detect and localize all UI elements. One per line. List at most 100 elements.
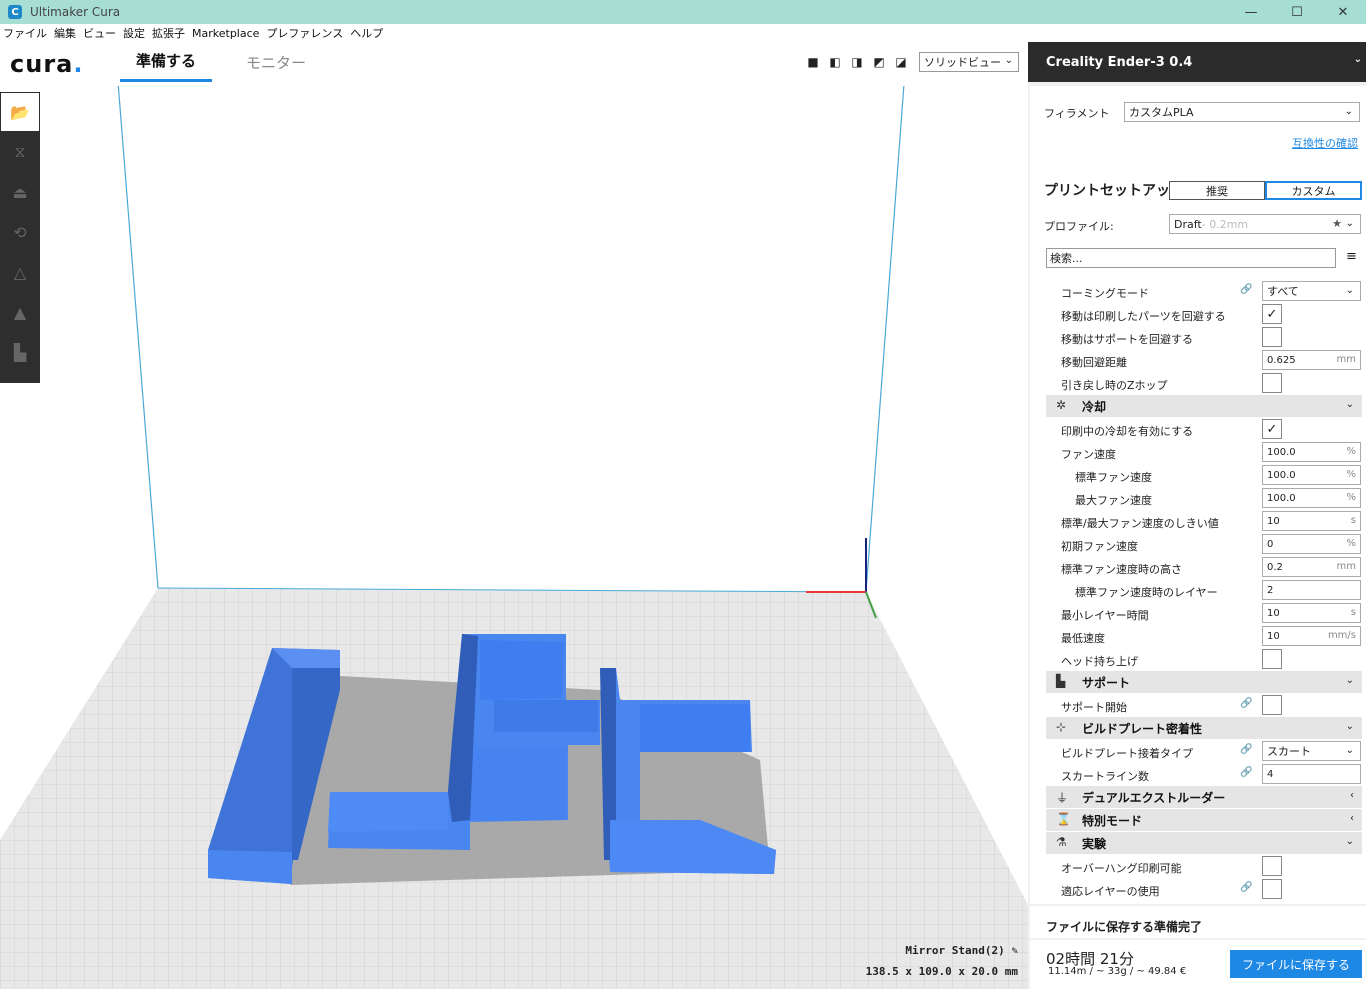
setting-input[interactable]: 0.625 mm (1262, 350, 1361, 370)
menu-file[interactable]: ファイル (3, 25, 47, 41)
setting-unit: % (1346, 492, 1356, 503)
left-view-icon[interactable]: ◩ (868, 54, 890, 70)
close-button[interactable]: ✕ (1320, 0, 1366, 24)
printer-selector[interactable]: Creality Ender-3 0.4 ⌄ (1028, 42, 1366, 82)
menu-settings[interactable]: 設定 (123, 25, 145, 41)
rotate-icon[interactable]: ⟲ (0, 212, 40, 252)
setting-checkbox[interactable]: ✓ (1262, 304, 1282, 324)
setting-input[interactable]: 0.2 mm (1262, 557, 1361, 577)
tab-prepare[interactable]: 準備する (120, 42, 212, 82)
save-to-file-button[interactable]: ファイルに保存する (1230, 950, 1362, 978)
setting-input[interactable]: 10 s (1262, 603, 1361, 623)
scale-icon[interactable]: ⏏ (0, 172, 40, 212)
menu-edit[interactable]: 編集 (54, 25, 76, 41)
setting-row: サポート開始 🔗 (1028, 694, 1366, 717)
setting-select[interactable]: スカート ⌄ (1262, 741, 1361, 761)
setting-checkbox[interactable] (1262, 856, 1282, 876)
category-19[interactable]: ⊹ ビルドプレート密着性 ⌄ (1046, 717, 1362, 739)
setting-value: 100.0 (1267, 492, 1296, 504)
3d-view-icon[interactable]: ■ (802, 54, 824, 70)
open-folder-icon[interactable]: 📂 (0, 92, 40, 132)
setting-row: 最大ファン速度 100.0% (1028, 487, 1366, 510)
front-view-icon[interactable]: ◧ (824, 54, 846, 70)
setting-checkbox[interactable] (1262, 373, 1282, 393)
setting-input[interactable]: 100.0% (1262, 465, 1361, 485)
special-mode-icon: ⌛ (1056, 812, 1071, 826)
menu-extensions[interactable]: 拡張子 (152, 25, 185, 41)
star-icon[interactable]: ★ (1332, 217, 1342, 230)
menu-bar: ファイル 編集 ビュー 設定 拡張子 Marketplace プレファレンス ヘ… (0, 24, 1366, 42)
maximize-button[interactable]: ☐ (1274, 0, 1320, 24)
dual-extruder-icon: ⏚ (1056, 791, 1069, 805)
move-icon[interactable]: ⧖ (0, 132, 40, 172)
setting-select[interactable]: すべて ⌄ (1262, 281, 1361, 301)
setting-label: 引き戻し時のZホップ (1061, 379, 1168, 392)
save-section: 02時間 21分 11.14m / ~ 33g / ~ 49.84 € ファイル… (1030, 940, 1366, 989)
settings-menu-icon[interactable]: ≡ (1346, 249, 1357, 264)
setting-label: 標準ファン速度時の高さ (1061, 563, 1182, 576)
category-17[interactable]: ▙ サポート ⌄ (1046, 671, 1362, 693)
chevron-down-icon: ⌄ (1353, 54, 1362, 65)
category-5[interactable]: ✲ 冷却 ⌄ (1046, 395, 1362, 417)
setting-label: ファン速度 (1061, 448, 1116, 461)
setting-input[interactable]: 4 (1262, 764, 1361, 784)
setting-value: 100.0 (1267, 446, 1296, 458)
setting-checkbox[interactable] (1262, 695, 1282, 715)
per-model-settings-icon[interactable]: ▲ (0, 292, 40, 332)
category-label: サポート (1082, 676, 1131, 690)
setting-checkbox[interactable] (1262, 879, 1282, 899)
support-icon: ▙ (1056, 674, 1066, 688)
profile-select[interactable]: Draft - 0.2mm ★ ⌄ (1169, 214, 1361, 234)
setting-unit: % (1346, 538, 1356, 549)
setting-row: 移動回避距離 0.625 mm (1028, 349, 1366, 372)
setting-checkbox[interactable] (1262, 327, 1282, 347)
object-name-text: Mirror Stand(2) (905, 944, 1005, 957)
setting-checkbox[interactable] (1262, 649, 1282, 669)
3d-viewport[interactable] (0, 43, 1028, 989)
cura-logo: cura. (10, 50, 84, 78)
category-23[interactable]: ⌛ 特別モード ‹ (1046, 809, 1362, 831)
compatibility-link[interactable]: 互換性の確認 (1292, 135, 1358, 151)
setting-input[interactable]: 100.0% (1262, 488, 1361, 508)
setting-checkbox[interactable]: ✓ (1262, 419, 1282, 439)
print-settings-panel: Creality Ender-3 0.4 ⌄ フィラメント カスタムPLA ⌄ … (1028, 42, 1366, 989)
experimental-icon: ⚗ (1056, 835, 1067, 849)
right-view-icon[interactable]: ◪ (890, 54, 912, 70)
tab-monitor[interactable]: モニター (236, 42, 316, 82)
top-view-icon[interactable]: ◨ (846, 54, 868, 70)
status-section: ファイルに保存する準備完了 (1030, 906, 1366, 938)
category-22[interactable]: ⏚ デュアルエクストルーダー ‹ (1046, 786, 1362, 808)
print-setup-title: プリントセットアップ (1044, 183, 1184, 199)
setting-input[interactable]: 2 (1262, 580, 1361, 600)
menu-help[interactable]: ヘルプ (350, 25, 383, 41)
menu-preferences[interactable]: プレファレンス (266, 25, 343, 41)
menu-marketplace[interactable]: Marketplace (192, 27, 259, 40)
fan-icon: ✲ (1056, 398, 1067, 412)
settings-search-input[interactable]: 検索... (1046, 248, 1336, 268)
setting-input[interactable]: 10 mm/s (1262, 626, 1361, 646)
setting-input[interactable]: 100.0% (1262, 442, 1361, 462)
setting-input[interactable]: 10 s (1262, 511, 1361, 531)
mirror-icon[interactable]: △ (0, 252, 40, 292)
setting-label: 最小レイヤー時間 (1061, 609, 1149, 622)
category-24[interactable]: ⚗ 実験 ⌄ (1046, 832, 1362, 854)
chevron-left-icon: ‹ (1350, 813, 1354, 824)
menu-view[interactable]: ビュー (83, 25, 116, 41)
minimize-button[interactable]: — (1228, 0, 1274, 24)
setting-row: 標準ファン速度時のレイヤー 2 (1028, 579, 1366, 602)
setting-unit: s (1350, 607, 1356, 618)
custom-button[interactable]: カスタム (1265, 181, 1362, 200)
filament-select[interactable]: カスタムPLA ⌄ (1124, 102, 1360, 122)
setting-value: 10 (1267, 607, 1280, 619)
setting-input[interactable]: 0% (1262, 534, 1361, 554)
setting-label: 移動は印刷したパーツを回避する (1061, 310, 1226, 323)
recommended-button[interactable]: 推奨 (1169, 181, 1265, 200)
link-icon: 🔗 (1240, 744, 1253, 755)
chevron-down-icon: ⌄ (1345, 721, 1354, 732)
view-mode-select[interactable]: ソリッドビュー ⌄ (919, 52, 1019, 72)
setting-unit: % (1346, 469, 1356, 480)
support-blocker-icon[interactable]: ▙ (0, 332, 40, 372)
setting-row: 引き戻し時のZホップ (1028, 372, 1366, 395)
setting-label: オーバーハング印刷可能 (1061, 862, 1182, 875)
edit-pencil-icon[interactable]: ✎ (1011, 944, 1018, 957)
